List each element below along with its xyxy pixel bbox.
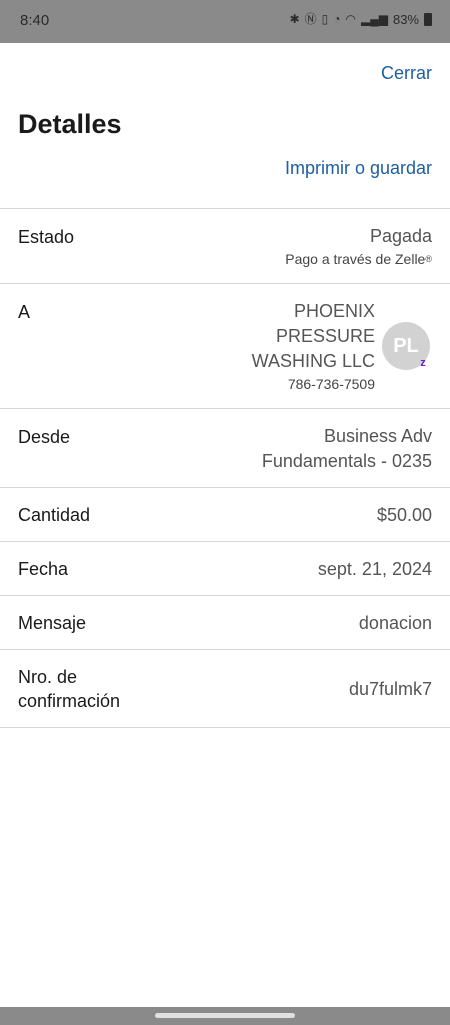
recipient-name-line1: PHOENIX [293,301,375,321]
message-row: Mensaje donacion [0,596,450,650]
from-value-line1: Business Adv [323,426,432,446]
confirmation-row: Nro. de confirmación du7fulmk7 [0,650,450,728]
nfc-icon: Ⓝ [304,12,317,26]
status-icons: ✱ Ⓝ ▯ ◔ ◠ ▂▄▆ 83% [290,11,432,27]
status-value: Pagada [369,226,432,246]
status-bar: 8:40 ✱ Ⓝ ▯ ◔ ◠ ▂▄▆ 83% [0,0,450,43]
recipient-name-line2: PRESSURE [275,326,375,346]
amount-label: Cantidad [18,505,91,525]
wifi-icon: ◠ [345,12,356,26]
status-sub: Pago a través de Zelle® [285,249,432,269]
status-time: 8:40 [20,12,50,29]
from-value-group: Business Adv Fundamentals - 0235 [262,424,432,474]
recipient-value-group: PHOENIX PRESSURE WASHING LLC 786-736-750… [252,299,375,394]
details-list: Estado Pagada Pago a través de Zelle® A … [0,208,450,728]
battery-percent: 83% [392,11,419,27]
page-title: Detalles [18,109,122,139]
recipient-name-line3: WASHING LLC [251,351,375,371]
registered-mark: ® [425,254,432,264]
battery-icon [424,12,432,26]
status-value-group: Pagada Pago a través de Zelle® [285,224,432,269]
print-or-save-button[interactable]: Imprimir o guardar [285,158,432,179]
from-row: Desde Business Adv Fundamentals - 0235 [0,409,450,488]
confirmation-label-line1: Nro. de [18,667,78,687]
status-label: Estado [18,227,75,247]
status-sub-text: Pago a través de Zelle [285,251,426,267]
home-indicator[interactable] [155,1013,295,1018]
status-row: Estado Pagada Pago a través de Zelle® [0,209,450,284]
recipient-label: A [18,302,31,322]
bluetooth-icon: ✱ [289,12,300,26]
confirmation-label-group: Nro. de confirmación [18,665,120,713]
message-label: Mensaje [18,613,87,633]
zelle-icon: z [420,357,426,369]
confirmation-label-line2: confirmación [18,691,121,711]
close-button[interactable]: Cerrar [381,63,432,84]
recipient-row: A PHOENIX PRESSURE WASHING LLC 786-736-7… [0,284,450,409]
from-label: Desde [18,427,71,447]
header: Cerrar Detalles Imprimir o guardar [0,43,450,208]
date-label: Fecha [18,559,69,579]
message-value: donacion [358,613,432,633]
confirmation-value: du7fulmk7 [348,679,432,699]
date-value: sept. 21, 2024 [317,559,432,579]
alarm-icon: ◔ [333,12,341,26]
from-value-line2: Fundamentals - 0235 [261,451,432,471]
recipient-phone: 786-736-7509 [287,376,375,392]
navigation-bar [0,1007,450,1025]
signal-icon: ▂▄▆ [361,12,388,26]
amount-row: Cantidad $50.00 [0,488,450,542]
vibrate-icon: ▯ [321,12,329,26]
date-row: Fecha sept. 21, 2024 [0,542,450,596]
amount-value: $50.00 [376,505,432,525]
